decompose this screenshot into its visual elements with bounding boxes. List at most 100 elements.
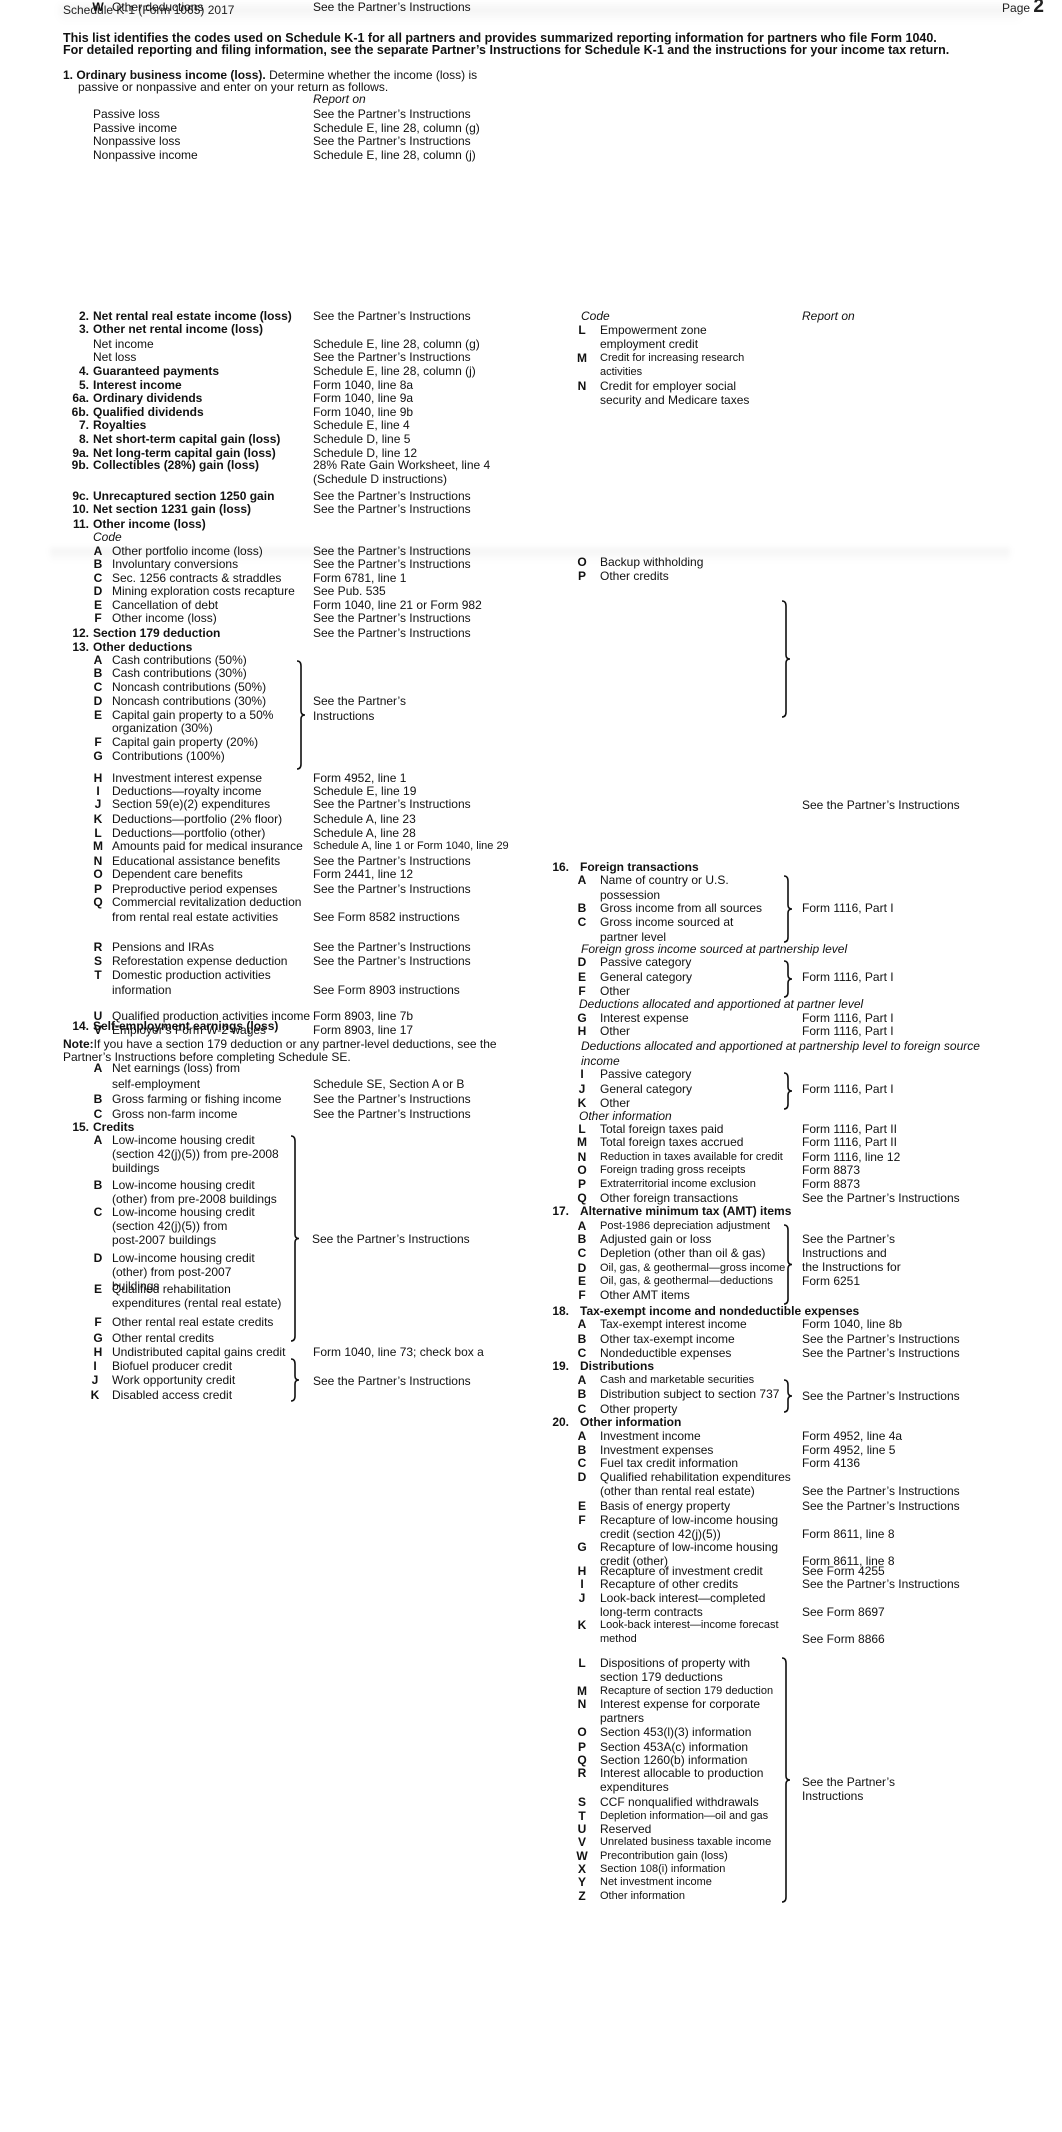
item-number: 20. [552, 1415, 569, 1429]
right-brace-icon [290, 1135, 300, 1342]
right-brace-icon [781, 1657, 791, 1903]
code-label: Qualified rehabilitation expenditures [600, 1470, 791, 1484]
code-label: Oil, gas, & geothermal—deductions [600, 1275, 774, 1287]
code-label: Other deductions [112, 0, 204, 14]
subheading: Foreign gross income sourced at partners… [581, 942, 848, 956]
code-label: Investment income [600, 1429, 701, 1443]
right-brace-icon [781, 600, 791, 718]
code-label-cont: buildings [112, 1161, 160, 1175]
code-report-on: Form 1116, Part I [802, 1011, 894, 1025]
code-letter: L [578, 323, 586, 337]
code-label-cont: expenditures (rental real estate) [112, 1296, 282, 1310]
subheading: Other information [579, 1109, 672, 1123]
item-label: Other net rental income (loss) [93, 322, 264, 336]
subheading-cont: income [581, 1054, 620, 1068]
item-label: Ordinary dividends [93, 391, 203, 405]
code-letter: J [578, 1082, 586, 1096]
brace-report-on: See the Partner’s [313, 694, 406, 708]
code-label: Total foreign taxes accrued [600, 1135, 744, 1149]
code-label: Post-1986 depreciation adjustment [600, 1220, 770, 1232]
code-label-cont: information [112, 983, 172, 997]
code-label: Cash contributions (30%) [112, 666, 247, 680]
item-label: Alternative minimum tax (AMT) items [580, 1204, 792, 1218]
brace-report-on: Form 1116, Part I [802, 901, 894, 915]
code-label: Low-income housing credit [112, 1251, 255, 1265]
code-label: Gross farming or fishing income [112, 1092, 282, 1106]
code-report-on: Form 1040, line 8b [802, 1317, 903, 1331]
code-letter: S [577, 1795, 586, 1809]
code-letter: R [577, 1766, 587, 1780]
item-label: Qualified dividends [93, 405, 204, 419]
item-number: 13. [72, 640, 89, 654]
brace-report-on-cont: Instructions [313, 709, 375, 723]
code-label-cont: post-2007 buildings [112, 1233, 217, 1247]
code-report-on: Form 4952, line 5 [802, 1443, 896, 1457]
item-report-on: Form 1040, line 9a [313, 391, 414, 405]
code-label: Amounts paid for medical insurance [112, 839, 303, 853]
code-report-on: Form 1040, line 21 or Form 982 [313, 598, 482, 612]
code-letter: C [93, 1205, 103, 1219]
code-label: Preproductive period expenses [112, 882, 278, 896]
section-1-row-label: Passive income [93, 121, 178, 135]
subheading: Deductions allocated and apportioned at … [579, 997, 864, 1011]
code-label: Other information [600, 1890, 685, 1902]
code-letter: D [577, 955, 587, 969]
item-label: Net loss [93, 350, 137, 364]
code-label: Noncash contributions (50%) [112, 680, 267, 694]
item-number: 17. [552, 1204, 569, 1218]
code-letter: H [577, 1024, 587, 1038]
code-letter: N [577, 1697, 587, 1711]
code-label: Depletion information—oil and gas [600, 1810, 769, 1822]
code-report-on: See the Partner’s Instructions [313, 954, 471, 968]
code-label: Distribution subject to section 737 [600, 1387, 780, 1401]
item-label: Royalties [93, 418, 147, 432]
code-letter: A [577, 1219, 587, 1233]
code-letter: C [93, 571, 103, 585]
item-report-on: Form 1040, line 9b [313, 405, 414, 419]
code-label: Other portfolio income (loss) [112, 544, 263, 558]
code-label: Recapture of low-income housing [600, 1540, 779, 1554]
code-report-on: Form 1116, line 12 [802, 1150, 901, 1164]
code-letter: B [577, 1443, 587, 1457]
code-label: Contributions (100%) [112, 749, 225, 763]
code-label: Commercial revitalization deduction [112, 895, 302, 909]
code-report-on: See Pub. 535 [313, 584, 386, 598]
item-report-on-cont: (Schedule D instructions) [313, 472, 448, 486]
item-label: Net short-term capital gain (loss) [93, 432, 281, 446]
code-report-on: See the Partner’s Instructions [802, 1191, 960, 1205]
code-letter: K [90, 1388, 100, 1402]
code-letter: F [94, 611, 102, 625]
code-letter: N [577, 379, 587, 393]
item-number: 19. [552, 1359, 569, 1373]
item-report-on: 28% Rate Gain Worksheet, line 4 [313, 458, 491, 472]
code-label: Recapture of low-income housing [600, 1513, 779, 1527]
code-label-cont: (section 42(j)(5)) from [112, 1219, 228, 1233]
code-letter: Y [577, 1875, 586, 1889]
brace-report-on: See the Partner’s Instructions [802, 1389, 960, 1403]
code-label-cont: partners [600, 1711, 645, 1725]
code-label: CCF nonqualified withdrawals [600, 1795, 759, 1809]
code-letter: E [577, 1499, 586, 1513]
item-label: Credits [93, 1120, 135, 1134]
code-letter: W [576, 1849, 588, 1863]
code-report-on: See the Partner’s Instructions [313, 797, 471, 811]
code-letter: P [93, 882, 102, 896]
code-letter: A [577, 873, 587, 887]
code-report-on: See the Partner’s Instructions [313, 940, 471, 954]
code-label-cont: credit (section 42(j)(5)) [600, 1527, 721, 1541]
code-letter: Q [577, 1191, 587, 1205]
code-letter: P [577, 1740, 586, 1754]
code-letter: B [93, 1092, 103, 1106]
code-letter: R [93, 940, 103, 954]
item-label: Unrecaptured section 1250 gain [93, 489, 275, 503]
code-report-on: See the Partner’s Instructions [313, 611, 471, 625]
code-letter: J [91, 1373, 99, 1387]
code-label: Disabled access credit [112, 1388, 233, 1402]
code-letter: K [577, 1618, 587, 1632]
code-label: Reforestation expense deduction [112, 954, 288, 968]
code-header: Code [93, 530, 122, 544]
code-label: Other AMT items [600, 1288, 690, 1302]
right-brace-icon [783, 960, 793, 998]
code-label: Reduction in taxes available for credit [600, 1151, 783, 1163]
code-report-on: See the Partner’s Instructions [313, 1107, 471, 1121]
